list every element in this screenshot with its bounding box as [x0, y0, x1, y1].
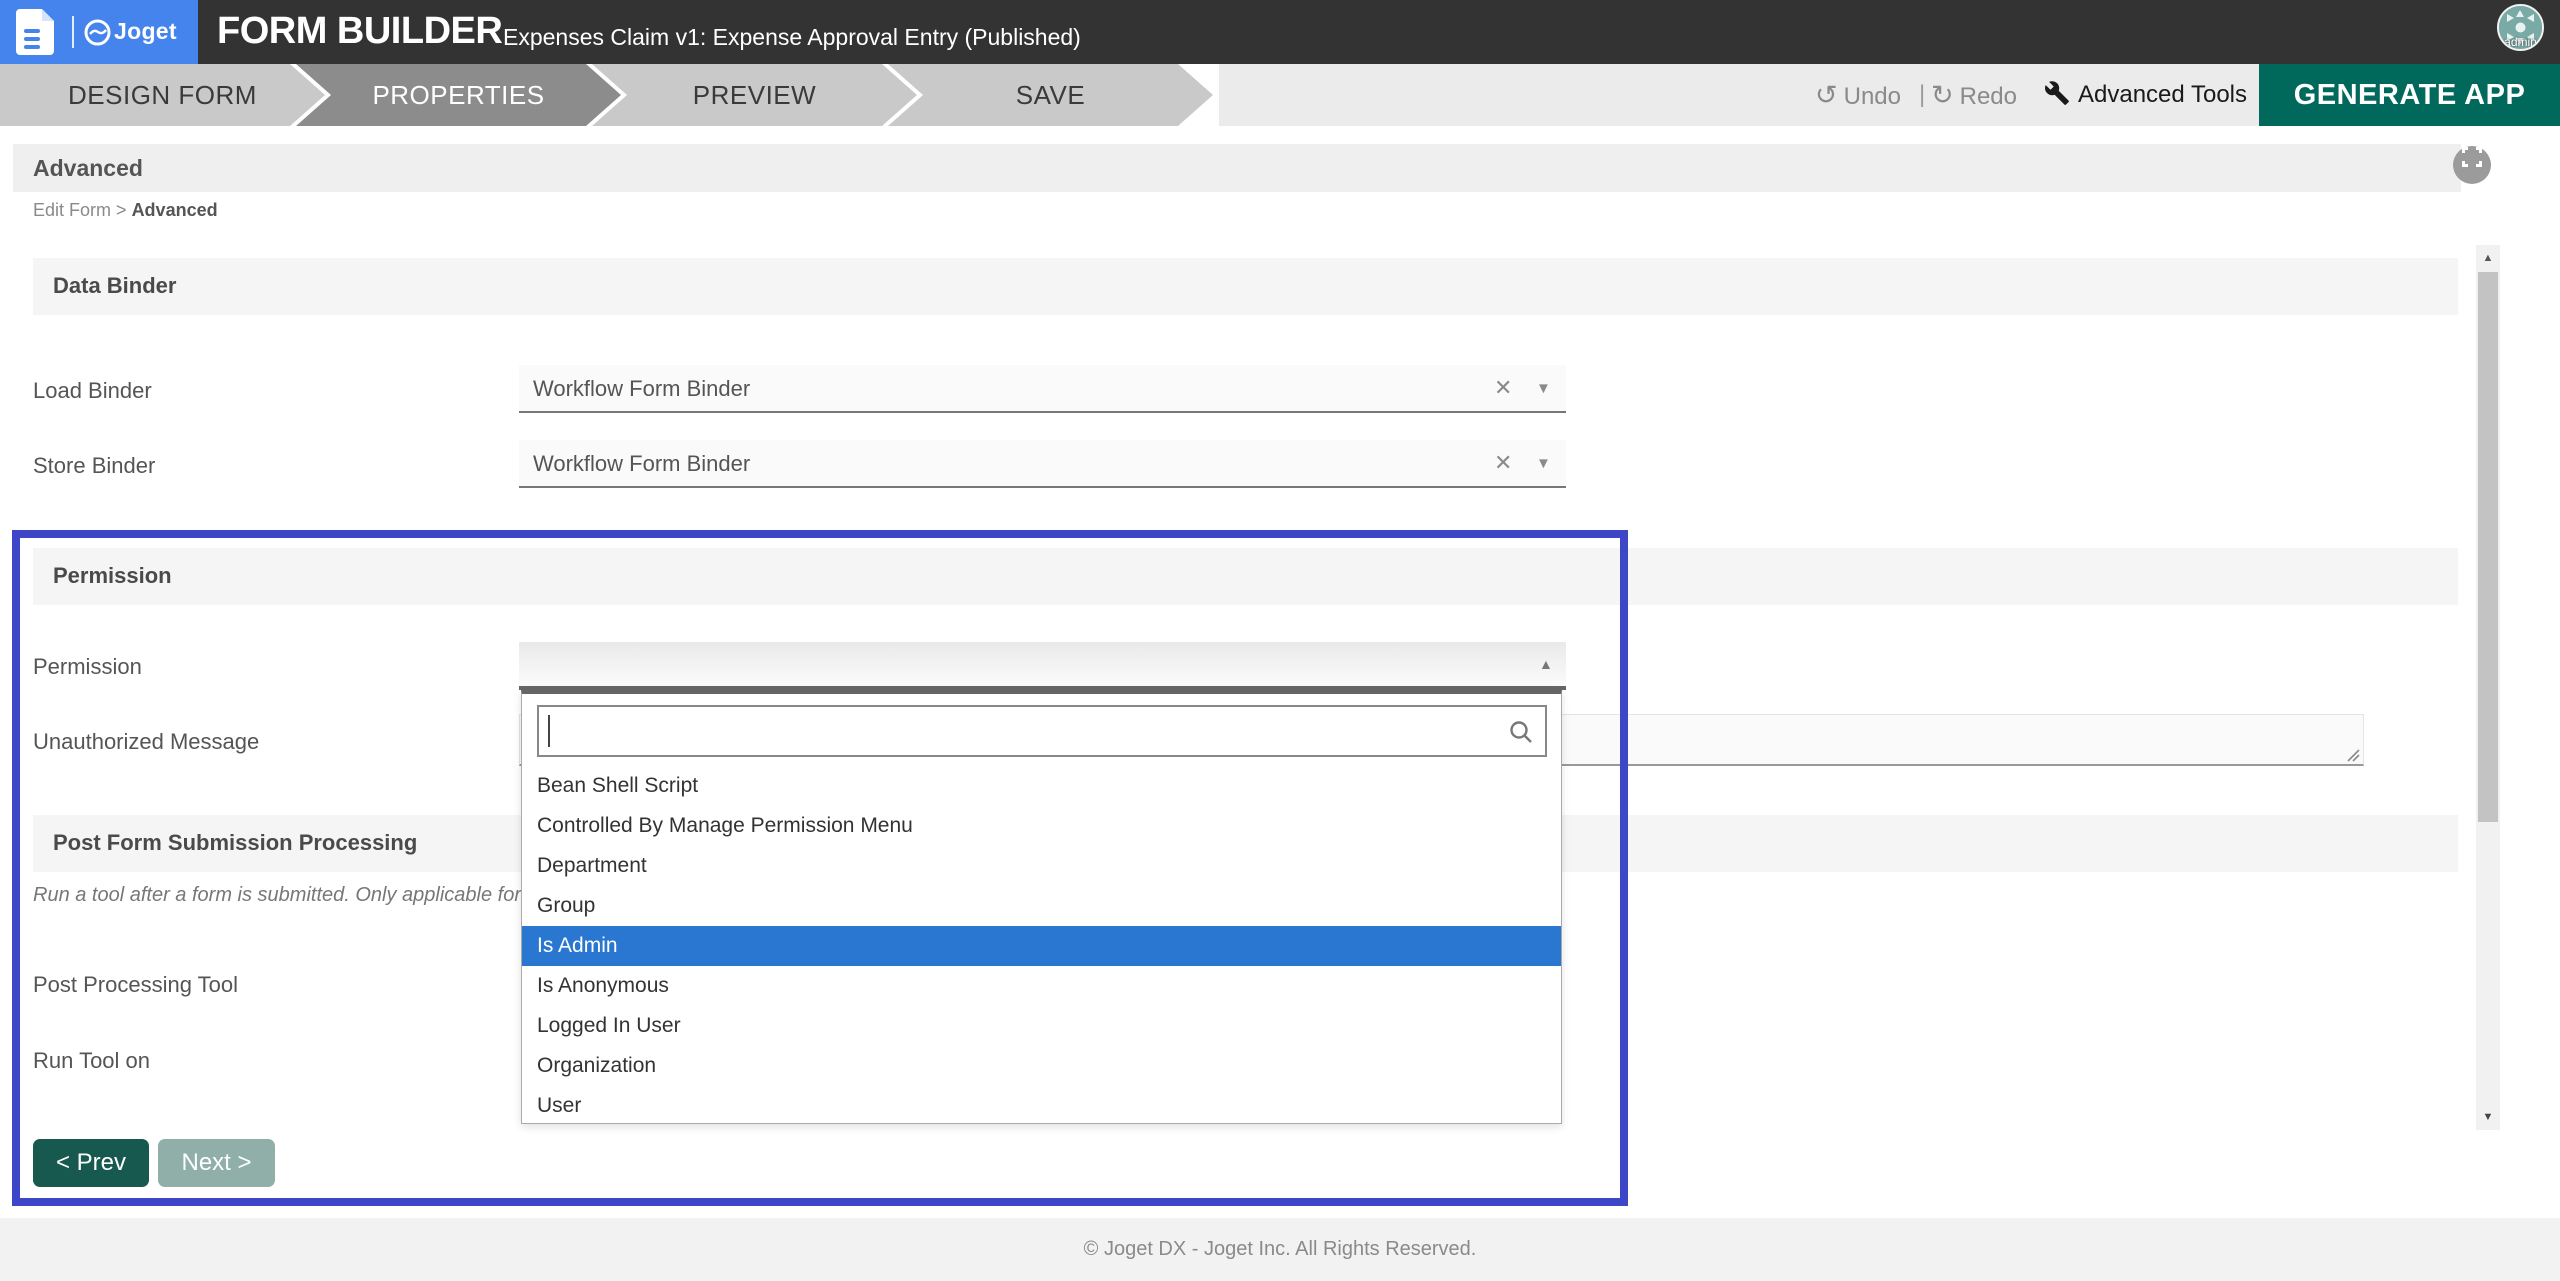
joget-logo-text: Joget: [114, 18, 177, 45]
redo-icon: ↻: [1931, 80, 1954, 110]
app-title: FORM BUILDER: [217, 10, 502, 53]
wrench-icon: [2044, 80, 2070, 106]
tab-label: DESIGN FORM: [68, 80, 257, 110]
chevron-down-icon[interactable]: ▼: [1536, 380, 1551, 397]
tab-label: PROPERTIES: [372, 80, 544, 110]
store-binder-label: Store Binder: [33, 453, 155, 479]
clear-icon[interactable]: ✕: [1494, 375, 1512, 401]
dropdown-option[interactable]: Controlled By Manage Permission Menu: [522, 806, 1561, 846]
permission-dropdown-panel: Bean Shell Script Controlled By Manage P…: [521, 690, 1562, 1124]
permission-section-header: Permission: [33, 548, 2458, 605]
permission-select[interactable]: ▲: [519, 642, 1566, 690]
post-processing-tool-label: Post Processing Tool: [33, 972, 238, 998]
unauthorized-message-label: Unauthorized Message: [33, 729, 259, 755]
tab-save[interactable]: SAVE: [888, 64, 1213, 126]
breadcrumb-current: Advanced: [132, 200, 218, 220]
clear-icon[interactable]: ✕: [1494, 450, 1512, 476]
undo-button[interactable]: ↺Undo: [1815, 64, 1901, 126]
next-button[interactable]: Next >: [158, 1139, 275, 1187]
dropdown-option-selected[interactable]: Is Admin: [522, 926, 1561, 966]
user-avatar[interactable]: admin: [2497, 4, 2544, 51]
load-binder-value: Workflow Form Binder: [533, 376, 750, 402]
chevron-down-icon[interactable]: ▼: [1536, 455, 1551, 472]
text-cursor: [548, 715, 550, 747]
run-tool-on-label: Run Tool on: [33, 1048, 150, 1074]
fullscreen-button[interactable]: [2453, 146, 2491, 184]
document-icon: [16, 9, 54, 55]
post-processing-section-title: Post Form Submission Processing: [53, 830, 417, 856]
toolbar-divider: |: [1919, 64, 1925, 126]
load-binder-select[interactable]: Workflow Form Binder ✕ ▼: [519, 365, 1566, 413]
dropdown-option[interactable]: Group: [522, 886, 1561, 926]
dropdown-option[interactable]: User: [522, 1086, 1561, 1124]
breadcrumb-edit-form[interactable]: Edit Form: [33, 200, 111, 220]
permission-section-title: Permission: [53, 563, 172, 589]
data-binder-section-header: Data Binder: [33, 258, 2458, 315]
advanced-tools-label: Advanced Tools: [2078, 81, 2247, 108]
footer: © Joget DX - Joget Inc. All Rights Reser…: [0, 1218, 2560, 1281]
dropdown-option[interactable]: Organization: [522, 1046, 1561, 1086]
page-header-bar: Advanced: [13, 144, 2461, 192]
dropdown-option[interactable]: Logged In User: [522, 1006, 1561, 1046]
undo-label: Undo: [1844, 83, 1901, 110]
avatar-label: admin: [2499, 35, 2542, 49]
load-binder-label: Load Binder: [33, 378, 152, 404]
scroll-down-button[interactable]: ▼: [2476, 1104, 2500, 1130]
store-binder-select[interactable]: Workflow Form Binder ✕ ▼: [519, 440, 1566, 488]
form-subtitle: Expenses Claim v1: Expense Approval Entr…: [503, 24, 1081, 51]
copyright-text: © Joget DX - Joget Inc. All Rights Reser…: [0, 1238, 2560, 1261]
joget-logo-block[interactable]: Joget: [0, 0, 198, 64]
scrollbar-thumb[interactable]: [2478, 272, 2498, 822]
breadcrumb: Edit Form > Advanced: [33, 200, 218, 221]
fullscreen-icon: [2462, 147, 2482, 167]
tab-preview[interactable]: PREVIEW: [592, 64, 917, 126]
dropdown-search-input[interactable]: [537, 705, 1547, 757]
advanced-tools-button[interactable]: Advanced Tools: [2044, 64, 2247, 126]
dropdown-option[interactable]: Bean Shell Script: [522, 766, 1561, 806]
dropdown-option[interactable]: Department: [522, 846, 1561, 886]
form-builder-screen: Joget FORM BUILDER Expenses Claim v1: Ex…: [0, 0, 2560, 1281]
tab-label: PREVIEW: [693, 80, 816, 110]
store-binder-value: Workflow Form Binder: [533, 451, 750, 477]
scroll-up-button[interactable]: ▲: [2476, 245, 2500, 271]
redo-label: Redo: [1960, 83, 2017, 110]
permission-label: Permission: [33, 654, 142, 680]
textarea-resize-handle-icon[interactable]: [2344, 746, 2360, 762]
header-bar: Joget FORM BUILDER Expenses Claim v1: Ex…: [0, 0, 2560, 64]
search-icon: [1507, 718, 1535, 746]
logo-divider: [72, 16, 74, 48]
joget-logo-icon: [84, 19, 111, 46]
prev-button[interactable]: < Prev: [33, 1139, 149, 1187]
tab-label: SAVE: [1016, 80, 1085, 110]
generate-app-button[interactable]: GENERATE APP: [2259, 64, 2560, 126]
vertical-scrollbar[interactable]: ▲ ▼: [2476, 245, 2500, 1130]
chevron-up-icon: ▲: [1539, 656, 1553, 672]
undo-icon: ↺: [1815, 80, 1838, 110]
data-binder-section-title: Data Binder: [53, 273, 176, 299]
page-title: Advanced: [33, 155, 143, 182]
post-processing-description: Run a tool after a form is submitted. On…: [33, 884, 521, 907]
redo-button[interactable]: ↻Redo: [1931, 64, 2017, 126]
tab-properties[interactable]: PROPERTIES: [296, 64, 621, 126]
toolbar-strip: ↺Undo | ↻Redo Advanced Tools: [1219, 64, 2259, 126]
tab-design-form[interactable]: DESIGN FORM: [0, 64, 325, 126]
dropdown-option[interactable]: Is Anonymous: [522, 966, 1561, 1006]
breadcrumb-separator: >: [116, 200, 127, 220]
